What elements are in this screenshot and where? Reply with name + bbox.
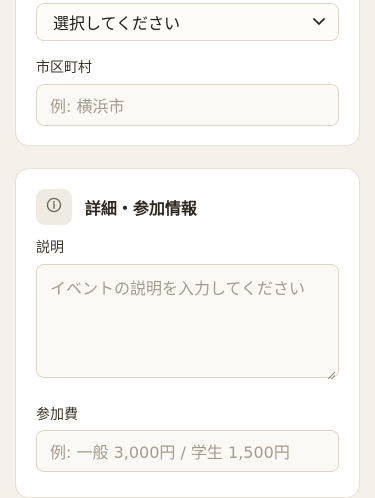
description-placeholder: イベントの説明を入力してください xyxy=(50,279,306,298)
fee-input[interactable]: 例: 一般 3,000円 / 学生 1,500円 xyxy=(36,430,339,472)
location-card: 選択してください 市区町村 例: 横浜市 xyxy=(15,0,360,146)
prefecture-select[interactable]: 選択してください xyxy=(36,3,339,41)
info-badge xyxy=(36,189,72,225)
prefecture-select-value: 選択してください xyxy=(53,14,181,33)
fee-label: 参加費 xyxy=(36,407,78,423)
chevron-down-icon xyxy=(312,15,326,29)
city-label: 市区町村 xyxy=(36,60,92,76)
info-icon xyxy=(46,197,62,217)
details-section-header: 詳細・参加情報 xyxy=(36,189,197,225)
fee-placeholder: 例: 一般 3,000円 / 学生 1,500円 xyxy=(50,443,290,462)
details-section-title: 詳細・参加情報 xyxy=(85,199,198,218)
details-card: 詳細・参加情報 説明 イベントの説明を入力してください 参加費 例: 一般 3,… xyxy=(15,168,360,498)
description-textarea[interactable]: イベントの説明を入力してください xyxy=(36,264,339,380)
city-input[interactable]: 例: 横浜市 xyxy=(36,84,339,126)
city-placeholder: 例: 横浜市 xyxy=(50,97,125,116)
resize-handle-icon[interactable] xyxy=(326,365,336,380)
description-label: 説明 xyxy=(36,240,64,256)
